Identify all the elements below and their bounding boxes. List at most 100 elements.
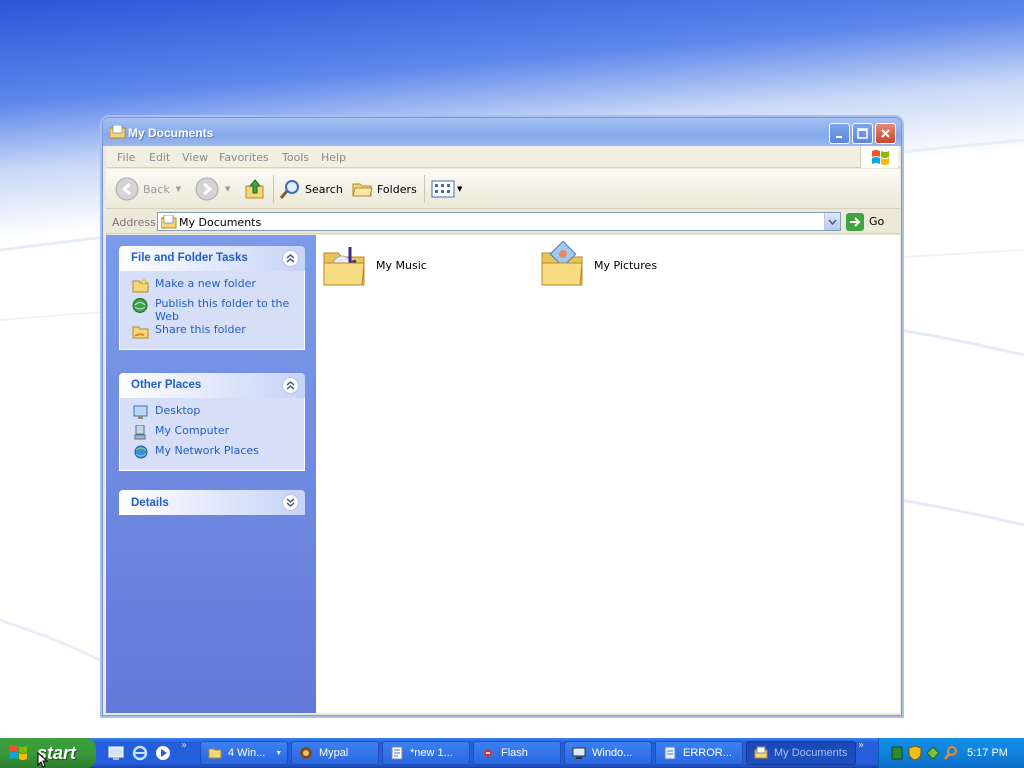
taskbar-button-window-app[interactable]: Windo... <box>564 741 652 765</box>
document-icon <box>664 746 676 760</box>
file-folder-tasks-header[interactable]: File and Folder Tasks <box>119 246 305 271</box>
my-pictures-folder-icon <box>541 241 583 286</box>
minimize-button[interactable] <box>829 123 850 144</box>
task-label: *new 1... <box>410 747 453 759</box>
file-folder-tasks-title: File and Folder Tasks <box>131 252 248 264</box>
close-button[interactable] <box>875 123 896 144</box>
clock: 5:17 PM <box>967 747 1008 759</box>
taskbar-button-flash[interactable]: Flash <box>473 741 561 765</box>
system-tray: 5:17 PM <box>878 738 1024 768</box>
file-folder-tasks-panel: File and Folder Tasks Make a new folder … <box>119 246 305 350</box>
task-label: ERROR... <box>683 747 732 759</box>
search-button[interactable]: Search <box>279 177 343 201</box>
desktop-link[interactable]: Desktop <box>120 404 304 424</box>
desktop-icon <box>133 405 148 419</box>
taskbar-button-windows-group[interactable]: 4 Win... ▼ <box>200 741 288 765</box>
menu-edit[interactable]: Edit <box>149 151 170 164</box>
tray-network-icon[interactable] <box>925 745 941 761</box>
taskbar-button-my-documents[interactable]: My Documents <box>746 741 856 765</box>
menu-view[interactable]: View <box>182 151 208 164</box>
quick-launch-expand-icon[interactable]: » <box>181 740 187 751</box>
group-dropdown-icon: ▼ <box>275 749 283 757</box>
task-label: Flash <box>501 747 528 759</box>
publish-web-icon <box>132 298 148 313</box>
security-shield-icon[interactable] <box>907 745 923 761</box>
make-new-folder-link[interactable]: Make a new folder <box>120 277 304 297</box>
menu-tools[interactable]: Tools <box>282 151 309 164</box>
back-button[interactable]: Back ▼ <box>115 177 181 201</box>
menu-favorites[interactable]: Favorites <box>219 151 269 164</box>
menu-file[interactable]: File <box>117 151 135 164</box>
desktop-label: Desktop <box>155 404 201 417</box>
my-computer-label: My Computer <box>155 424 230 437</box>
collapse-chevron-icon[interactable] <box>282 377 299 394</box>
network-places-label: My Network Places <box>155 444 259 457</box>
details-title: Details <box>131 497 169 509</box>
details-header[interactable]: Details <box>119 490 305 515</box>
chevron-down-icon <box>828 218 837 225</box>
folders-label: Folders <box>377 182 417 196</box>
share-folder-link[interactable]: Share this folder <box>120 323 304 343</box>
up-folder-icon <box>245 179 264 199</box>
toolbar-separator <box>273 175 274 203</box>
views-dropdown-icon[interactable]: ▼ <box>457 185 462 193</box>
details-panel: Details <box>119 490 305 515</box>
my-documents-folder-icon <box>754 746 768 759</box>
taskbar-button-mypal[interactable]: Mypal <box>291 741 379 765</box>
taskbar-button-error[interactable]: ERROR... <box>655 741 743 765</box>
window-title: My Documents <box>128 126 214 140</box>
my-music-folder[interactable]: My Music <box>322 241 427 289</box>
task-pane: File and Folder Tasks Make a new folder … <box>106 235 316 713</box>
notepad-icon <box>391 746 403 760</box>
network-places-icon <box>134 445 148 459</box>
maximize-button[interactable] <box>852 123 873 144</box>
tray-app-green-icon[interactable] <box>889 745 905 761</box>
mypal-browser-icon <box>300 747 312 759</box>
up-folder-button[interactable] <box>244 177 266 201</box>
collapse-chevron-icon[interactable] <box>282 250 299 267</box>
other-places-header[interactable]: Other Places <box>119 373 305 398</box>
back-label: Back <box>143 182 170 196</box>
internet-explorer-icon[interactable] <box>132 745 148 761</box>
maximize-icon <box>857 128 868 139</box>
taskbar-expand-icon[interactable]: » <box>858 740 864 751</box>
publish-folder-link[interactable]: Publish this folder to the Web <box>120 297 304 323</box>
title-bar[interactable]: My Documents <box>103 118 901 146</box>
address-input[interactable]: My Documents <box>157 212 841 231</box>
forward-dropdown-icon[interactable]: ▼ <box>225 185 230 193</box>
back-dropdown-icon[interactable]: ▼ <box>176 185 181 193</box>
menu-help[interactable]: Help <box>321 151 346 164</box>
address-bar: Address My Documents Go <box>106 210 900 234</box>
tray-search-icon[interactable] <box>943 745 959 761</box>
make-new-folder-label: Make a new folder <box>155 277 256 290</box>
address-dropdown-button[interactable] <box>824 213 840 230</box>
my-computer-icon <box>134 425 146 440</box>
file-folder-tasks-body: Make a new folder Publish this folder to… <box>119 271 305 350</box>
address-label: Address <box>112 216 156 229</box>
menu-bar: File Edit View Favorites Tools Help <box>106 146 900 168</box>
search-label: Search <box>305 182 343 196</box>
standard-toolbar: Back ▼ ▼ Search Folders ▼ <box>106 169 900 209</box>
folders-icon <box>352 183 373 197</box>
address-value: My Documents <box>179 216 262 229</box>
flash-icon <box>483 748 493 758</box>
share-folder-icon <box>132 326 149 339</box>
expand-chevron-icon[interactable] <box>282 494 299 511</box>
my-computer-link[interactable]: My Computer <box>120 424 304 444</box>
taskbar-button-notepad[interactable]: *new 1... <box>382 741 470 765</box>
network-places-link[interactable]: My Network Places <box>120 444 304 464</box>
my-pictures-folder[interactable]: My Pictures <box>540 241 657 289</box>
go-label: Go <box>869 215 885 228</box>
show-desktop-icon[interactable] <box>108 745 124 761</box>
close-icon <box>881 129 890 138</box>
folders-button[interactable]: Folders <box>351 177 417 201</box>
go-button[interactable]: Go <box>846 212 884 231</box>
windows-logo <box>860 146 898 168</box>
my-music-label: My Music <box>376 258 427 272</box>
media-player-icon[interactable] <box>155 745 171 761</box>
taskbar: start » 4 Win... ▼ Mypal *new 1... Flash… <box>0 738 1024 768</box>
my-documents-folder-icon <box>161 215 177 229</box>
views-button[interactable]: ▼ <box>431 177 462 201</box>
forward-button[interactable]: ▼ <box>195 177 230 201</box>
my-pictures-label: My Pictures <box>594 258 658 272</box>
